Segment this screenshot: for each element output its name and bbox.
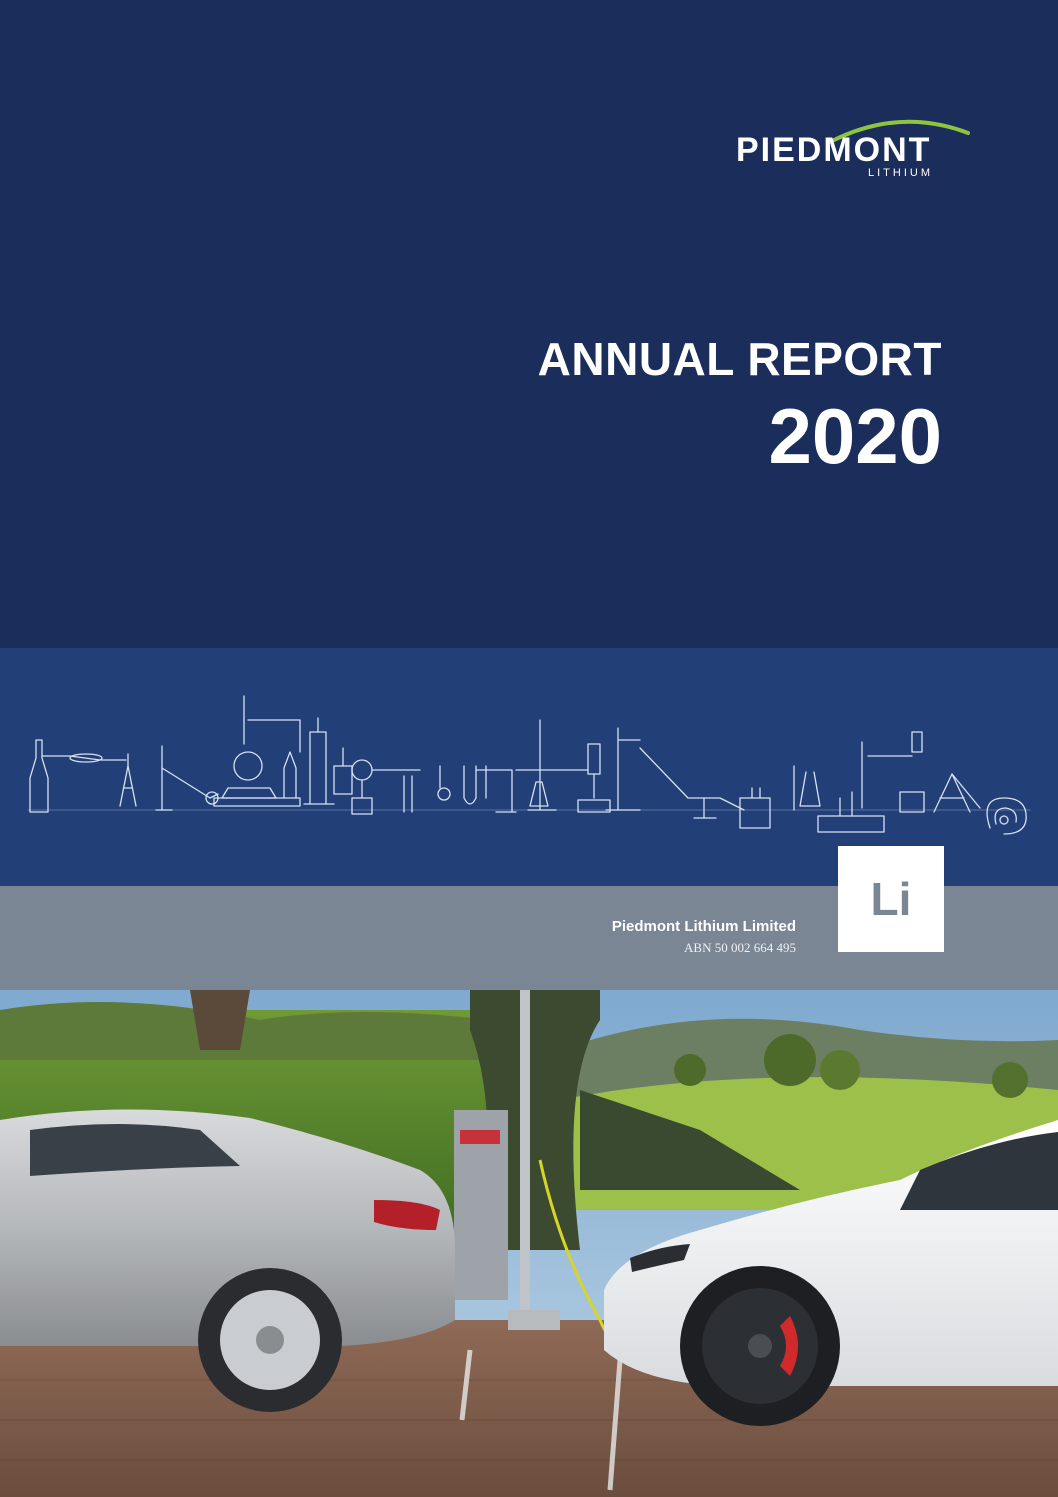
company-info: Piedmont Lithium Limited ABN 50 002 664 … (612, 918, 796, 957)
element-symbol-box: Li (838, 846, 944, 952)
cover-page: PIEDMONT LITHIUM ANNUAL REPORT 2020 Pied… (0, 0, 1058, 1497)
company-logo: PIEDMONT LITHIUM (730, 115, 970, 185)
charging-scene-illustration (0, 990, 1058, 1497)
logo-subtitle: LITHIUM (868, 167, 933, 179)
company-name: Piedmont Lithium Limited (611, 918, 796, 935)
logo-wordmark: PIEDMONT (736, 131, 932, 169)
element-symbol: Li (870, 873, 912, 925)
cover-top-panel: PIEDMONT LITHIUM ANNUAL REPORT 2020 (0, 0, 1058, 648)
report-title-line: ANNUAL REPORT (537, 333, 942, 385)
cover-photo-electric-cars (0, 990, 1058, 1497)
company-abn: ABN 50 002 664 495 (684, 940, 796, 955)
report-year: 2020 (768, 392, 942, 480)
report-title: ANNUAL REPORT 2020 (538, 334, 942, 476)
